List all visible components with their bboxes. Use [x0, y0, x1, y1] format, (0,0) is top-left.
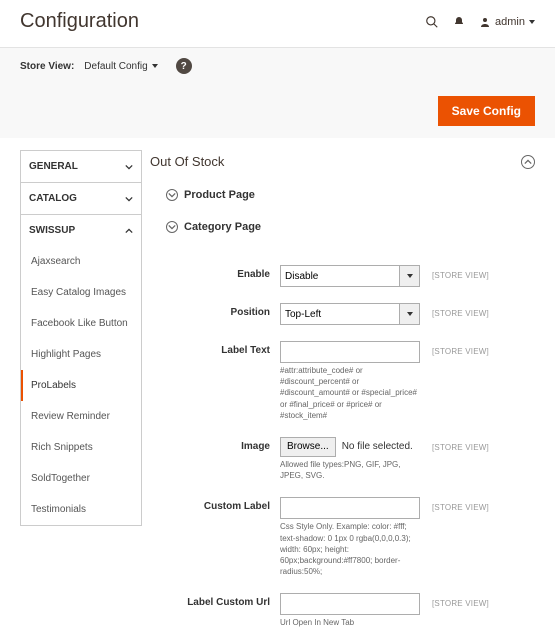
field-scope: [STORE VIEW] [420, 593, 500, 608]
field-scope: [STORE VIEW] [420, 497, 500, 512]
chevron-up-icon [125, 227, 133, 235]
save-config-button[interactable]: Save Config [438, 96, 535, 126]
field-label-image: Image [150, 437, 280, 452]
label-text-input[interactable] [280, 341, 420, 363]
subsection-product-page[interactable]: Product Page [150, 179, 535, 211]
user-menu[interactable]: admin [479, 16, 535, 28]
sidebar-item-ajaxsearch[interactable]: Ajaxsearch [21, 246, 141, 277]
enable-select[interactable] [280, 265, 420, 287]
chevron-down-icon [125, 195, 133, 203]
field-label-custom-label: Custom Label [150, 497, 280, 512]
field-note: Css Style Only. Example: color: #fff; te… [280, 521, 420, 577]
sidebar-item-highlight-pages[interactable]: Highlight Pages [21, 339, 141, 370]
field-note: Allowed file types:PNG, GIF, JPG, JPEG, … [280, 459, 420, 481]
sidebar-group-label: GENERAL [29, 161, 78, 172]
sidebar-group-general[interactable]: GENERAL [20, 150, 142, 182]
no-file-text: No file selected. [342, 441, 413, 452]
store-view-select[interactable]: Default Config [84, 61, 157, 72]
field-scope: [STORE VIEW] [420, 303, 500, 318]
field-label-custom-url: Label Custom Url [150, 593, 280, 608]
sidebar: GENERAL CATALOG SWISSUP AjaxsearchEasy C… [20, 150, 142, 632]
caret-down-icon [152, 64, 158, 68]
field-note: Url Open In New Tab [280, 617, 420, 628]
subsection-label: Product Page [184, 189, 255, 201]
field-label-enable: Enable [150, 265, 280, 280]
sidebar-group-label: CATALOG [29, 193, 77, 204]
user-name: admin [495, 16, 525, 28]
field-scope: [STORE VIEW] [420, 265, 500, 280]
expand-icon [166, 221, 178, 233]
enable-value[interactable] [280, 265, 400, 287]
field-scope: [STORE VIEW] [420, 341, 500, 356]
sidebar-item-rich-snippets[interactable]: Rich Snippets [21, 432, 141, 463]
sidebar-item-prolabels[interactable]: ProLabels [21, 370, 141, 401]
sidebar-item-facebook-like-button[interactable]: Facebook Like Button [21, 308, 141, 339]
search-icon[interactable] [425, 15, 439, 29]
dropdown-arrow-icon [400, 265, 420, 287]
notifications-icon[interactable] [453, 16, 465, 28]
sidebar-item-soldtogether[interactable]: SoldTogether [21, 463, 141, 494]
subsection-category-page[interactable]: Category Page [150, 211, 535, 243]
chevron-down-icon [125, 163, 133, 171]
sidebar-group-catalog[interactable]: CATALOG [20, 182, 142, 214]
browse-button[interactable]: Browse... [280, 437, 336, 457]
sidebar-item-easy-catalog-images[interactable]: Easy Catalog Images [21, 277, 141, 308]
store-view-label: Store View: [20, 61, 74, 72]
position-select[interactable] [280, 303, 420, 325]
subsection-label: Category Page [184, 221, 261, 233]
field-note: #attr:attribute_code# or #discount_perce… [280, 365, 420, 421]
page-title: Configuration [20, 10, 139, 33]
custom-label-input[interactable] [280, 497, 420, 519]
section-title-out-of-stock: Out Of Stock [150, 154, 224, 169]
store-view-value: Default Config [84, 61, 147, 72]
user-icon [479, 16, 491, 28]
field-scope: [STORE VIEW] [420, 437, 500, 452]
help-icon[interactable]: ? [176, 58, 192, 74]
collapse-section-icon[interactable] [521, 155, 535, 169]
sidebar-group-label: SWISSUP [29, 225, 75, 236]
content-area: Out Of Stock Product Page Category Page … [150, 150, 535, 632]
sidebar-item-review-reminder[interactable]: Review Reminder [21, 401, 141, 432]
caret-down-icon [529, 20, 535, 24]
field-label-position: Position [150, 303, 280, 318]
dropdown-arrow-icon [400, 303, 420, 325]
sidebar-item-testimonials[interactable]: Testimonials [21, 494, 141, 525]
position-value[interactable] [280, 303, 400, 325]
sidebar-group-swissup[interactable]: SWISSUP [20, 214, 142, 246]
field-label-label-text: Label Text [150, 341, 280, 356]
expand-icon [166, 189, 178, 201]
label-custom-url-input[interactable] [280, 593, 420, 615]
